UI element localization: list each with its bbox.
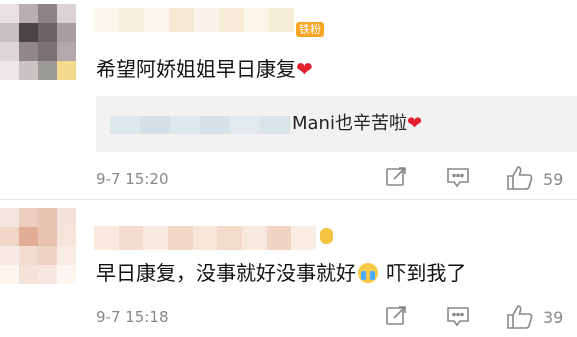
thumbs-up-icon[interactable] (506, 304, 534, 334)
username-redacted[interactable] (94, 8, 294, 32)
username-redacted[interactable] (94, 226, 317, 250)
avatar-mosaic (0, 208, 76, 284)
heart-icon: ❤ (296, 57, 313, 81)
share-icon[interactable] (384, 165, 408, 193)
avatar[interactable] (0, 208, 76, 284)
heart-icon: ❤ (406, 113, 423, 134)
avatar-mosaic (0, 4, 76, 80)
emoji-badge-icon (320, 228, 333, 244)
reply-text: Mani也辛苦啦❤ (292, 112, 422, 136)
comment-text: 希望阿娇姐姐早日康复❤ (96, 56, 313, 82)
comment-icon[interactable] (446, 304, 470, 332)
like-count: 39 (543, 308, 564, 327)
timestamp: 9-7 15:20 (96, 170, 169, 188)
timestamp: 9-7 15:18 (96, 308, 169, 326)
reply-username-redacted[interactable] (110, 116, 290, 134)
crying-face-icon (358, 263, 378, 283)
comment-text-tail: 吓到我了 (380, 261, 467, 285)
reply-box[interactable]: Mani也辛苦啦❤ (96, 96, 577, 152)
comment-item: 铁粉 希望阿娇姐姐早日康复❤ Mani也辛苦啦❤ 9-7 15:20 59 (0, 0, 577, 200)
thumbs-up-icon[interactable] (506, 165, 534, 195)
comment-icon[interactable] (446, 165, 470, 193)
comment-text-body: 早日康复，没事就好没事就好 (96, 261, 356, 285)
share-icon[interactable] (384, 304, 408, 332)
reply-text-body: Mani也辛苦啦 (292, 113, 407, 134)
comment-text: 早日康复，没事就好没事就好 吓到我了 (96, 260, 466, 286)
fan-badge: 铁粉 (296, 22, 324, 37)
like-count: 59 (543, 170, 564, 189)
avatar[interactable] (0, 4, 76, 80)
comment-text-body: 希望阿娇姐姐早日康复 (96, 57, 296, 81)
comment-item: 早日康复，没事就好没事就好 吓到我了 9-7 15:18 39 (0, 200, 577, 337)
